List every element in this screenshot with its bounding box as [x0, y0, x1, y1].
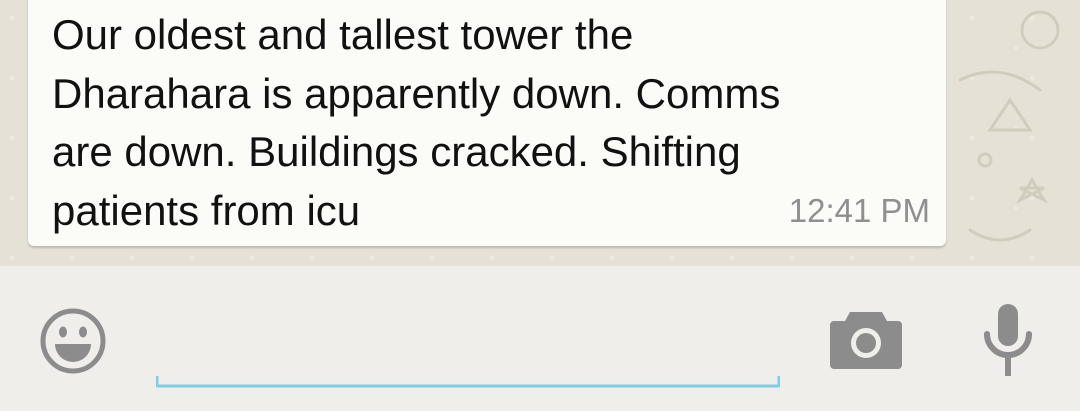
camera-button[interactable]	[830, 304, 902, 370]
incoming-message-bubble[interactable]: Our oldest and tallest tower the Dharaha…	[28, 0, 946, 246]
wallpaper-doodle	[958, 10, 1060, 242]
chat-screen: Our oldest and tallest tower the Dharaha…	[0, 0, 1080, 411]
emoji-button[interactable]	[38, 306, 108, 376]
message-input-bar	[0, 266, 1080, 411]
microphone-button[interactable]	[980, 302, 1036, 378]
chat-area[interactable]: Our oldest and tallest tower the Dharaha…	[0, 0, 1080, 266]
camera-icon	[830, 312, 902, 369]
microphone-icon	[984, 304, 1032, 376]
input-underline	[156, 376, 780, 388]
message-timestamp: 12:41 PM	[788, 192, 930, 229]
smiley-face-icon	[40, 308, 106, 374]
message-input[interactable]	[156, 306, 780, 386]
